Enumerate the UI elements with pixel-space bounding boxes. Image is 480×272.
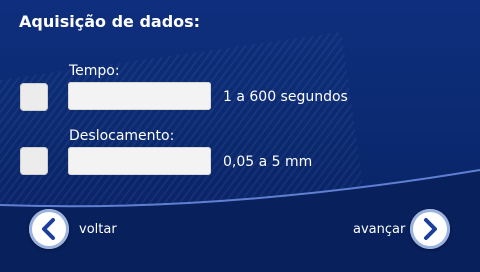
next-label[interactable]: avançar: [353, 222, 405, 237]
tempo-checkbox[interactable]: [20, 83, 48, 111]
back-button[interactable]: [29, 209, 69, 249]
deslocamento-input[interactable]: [68, 147, 211, 175]
deslocamento-label: Deslocamento:: [69, 128, 175, 144]
deslocamento-checkbox[interactable]: [20, 147, 48, 175]
next-button[interactable]: [410, 209, 450, 249]
chevron-right-icon: [424, 218, 437, 240]
page-title: Aquisição de dados:: [19, 12, 201, 31]
tempo-range-text: 1 a 600 segundos: [223, 89, 348, 105]
deslocamento-range-text: 0,05 a 5 mm: [223, 154, 313, 170]
acquisition-screen: Aquisição de dados: Tempo: 1 a 600 segun…: [0, 0, 480, 272]
back-label[interactable]: voltar: [79, 222, 117, 237]
tempo-label: Tempo:: [69, 63, 120, 79]
tempo-input[interactable]: [68, 82, 211, 110]
chevron-left-icon: [42, 218, 55, 240]
